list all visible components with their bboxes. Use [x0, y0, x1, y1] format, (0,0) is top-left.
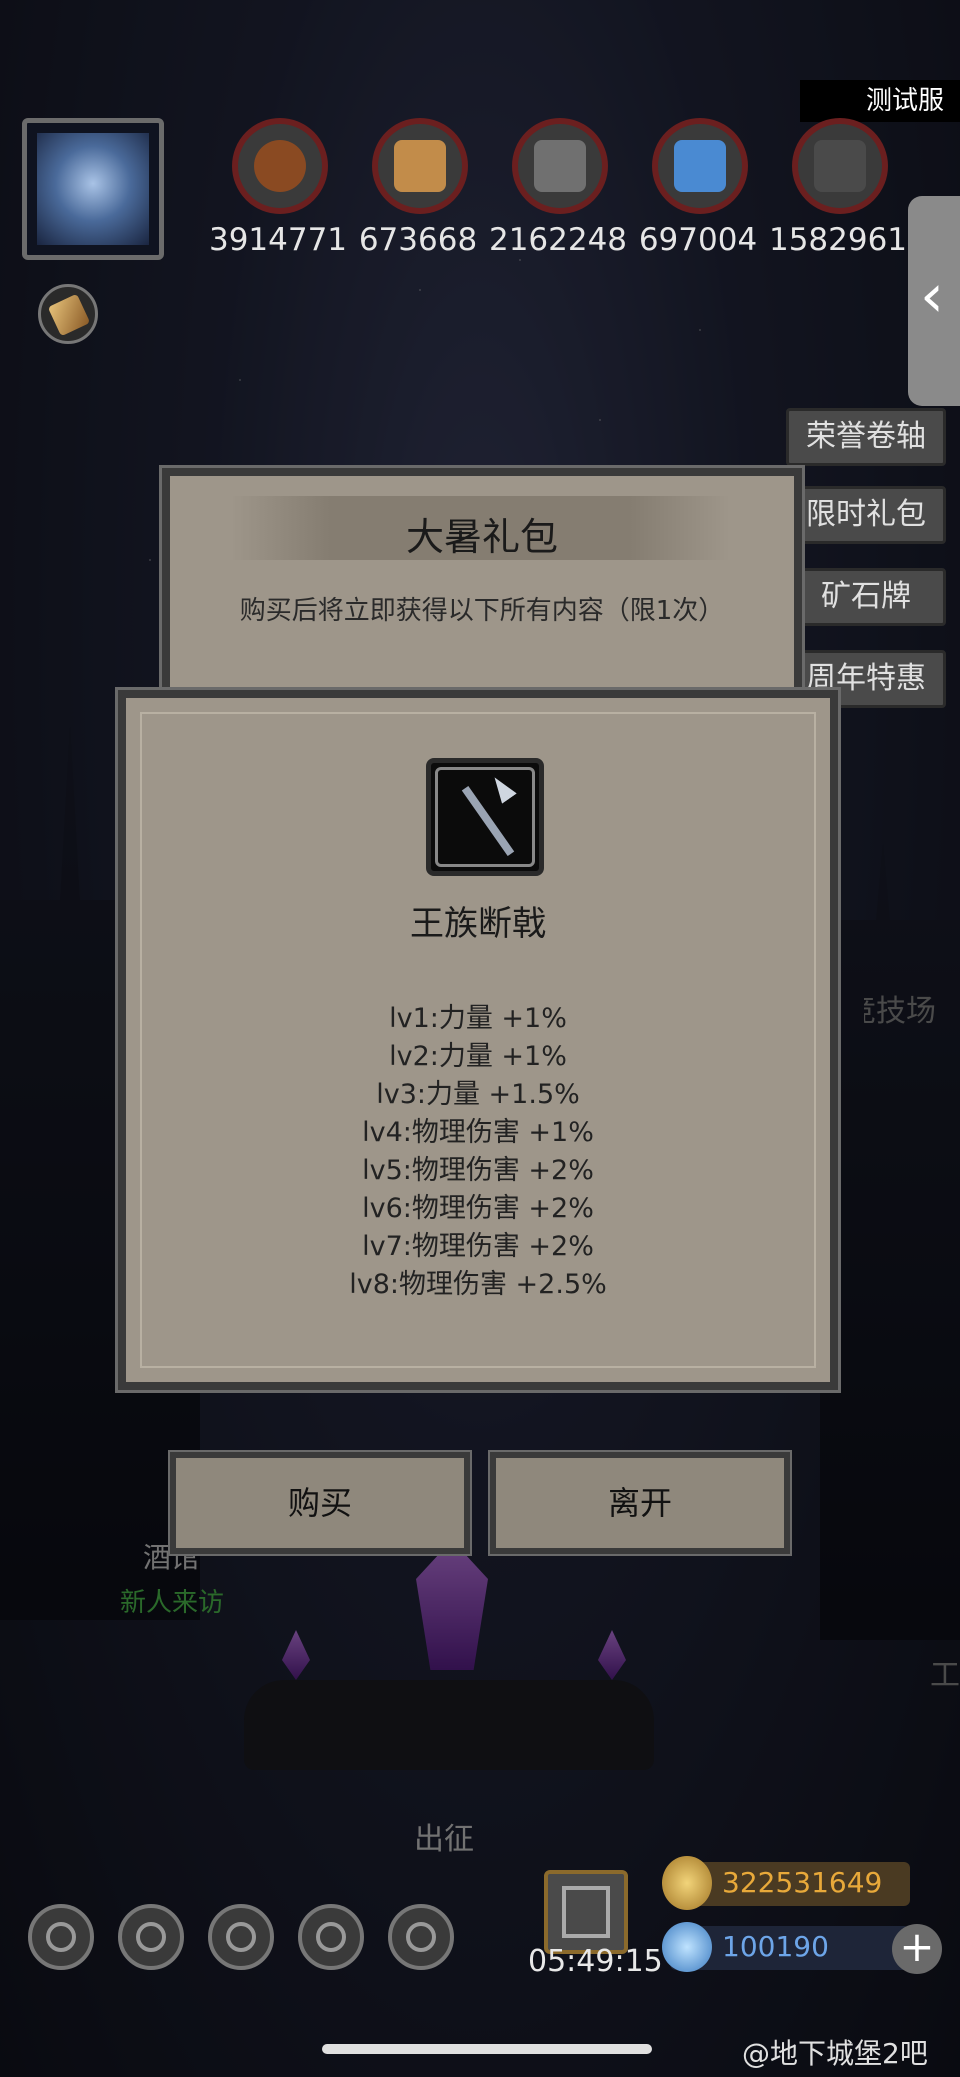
resource-ring: [652, 118, 748, 214]
avatar[interactable]: [22, 118, 164, 260]
popup-header-panel: 大暑礼包 购买后将立即获得以下所有内容（限1次）: [159, 465, 805, 721]
resource-ring: [512, 118, 608, 214]
stat-line: lv6:物理伤害 +2%: [362, 1193, 594, 1224]
scroll-icon: [47, 293, 91, 337]
mail-icon: [316, 1922, 346, 1952]
resource-ring: [232, 118, 328, 214]
chevron-left-icon: ‹: [920, 261, 944, 331]
popup-title: 大暑礼包: [405, 515, 558, 559]
iron-icon: [534, 140, 586, 192]
watermark: @地下城堡2吧: [742, 2037, 928, 2070]
meat-icon: [254, 140, 306, 192]
leave-button[interactable]: 离开: [488, 1450, 792, 1556]
gold-coin-icon: [662, 1856, 712, 1910]
side-btn-limited-pack[interactable]: 限时礼包: [786, 486, 946, 544]
stat-line: lv4:物理伤害 +1%: [362, 1117, 594, 1148]
resource-crystal[interactable]: 697004: [638, 118, 758, 258]
resource-stone[interactable]: 1582961: [769, 118, 907, 258]
gear-icon: [46, 1922, 76, 1952]
side-btn-honor-scroll[interactable]: 荣誉卷轴: [786, 408, 946, 466]
stat-line: lv1:力量 +1%: [389, 1003, 567, 1034]
settings-button[interactable]: [28, 1904, 94, 1970]
gift-button[interactable]: [544, 1870, 628, 1954]
resource-value: 2162248: [488, 222, 628, 258]
side-panel-toggle[interactable]: ‹: [908, 196, 960, 406]
stat-line: lv8:物理伤害 +2.5%: [349, 1269, 607, 1300]
stat-line: lv3:力量 +1.5%: [376, 1079, 580, 1110]
resource-value: 1582961: [768, 222, 908, 258]
star-icon: [136, 1922, 166, 1952]
stat-line: lv2:力量 +1%: [389, 1041, 567, 1072]
stat-line: lv5:物理伤害 +2%: [362, 1155, 594, 1186]
resource-value: 673668: [358, 222, 478, 258]
resource-ring: [792, 118, 888, 214]
gift-timer: 05:49:15: [528, 1944, 663, 1979]
scroll-button[interactable]: [38, 284, 98, 344]
side-btn-ore[interactable]: 矿石牌: [786, 568, 946, 626]
resource-meat[interactable]: 3914771: [209, 118, 347, 258]
handshake-button[interactable]: [388, 1904, 454, 1970]
item-stats: lv1:力量 +1% lv2:力量 +1% lv3:力量 +1.5% lv4:物…: [126, 1000, 830, 1304]
buy-button[interactable]: 购买: [168, 1450, 472, 1556]
resource-value: 3914771: [208, 222, 348, 258]
wood-icon: [394, 140, 446, 192]
popup-content-panel: 王族断戟 lv1:力量 +1% lv2:力量 +1% lv3:力量 +1.5% …: [115, 687, 841, 1393]
add-currency-button[interactable]: +: [892, 1924, 942, 1974]
mail-button[interactable]: [298, 1904, 364, 1970]
resource-iron[interactable]: 2162248: [489, 118, 627, 258]
stone-icon: [814, 140, 866, 192]
resource-wood[interactable]: 673668: [358, 118, 478, 258]
crystal-icon: [674, 140, 726, 192]
item-icon-frame[interactable]: [426, 758, 544, 876]
dragon-portrait-icon: [37, 133, 149, 245]
gem-amount: 100190: [722, 1930, 829, 1963]
achievement-button[interactable]: [118, 1904, 184, 1970]
home-indicator[interactable]: [322, 2044, 652, 2054]
announce-button[interactable]: [208, 1904, 274, 1970]
resource-value: 697004: [638, 222, 758, 258]
gold-amount: 322531649: [722, 1866, 883, 1899]
popup-description: 购买后将立即获得以下所有内容（限1次）: [239, 596, 725, 626]
horn-icon: [226, 1922, 256, 1952]
gift-icon: [562, 1886, 610, 1938]
stat-line: lv7:物理伤害 +2%: [362, 1231, 594, 1262]
resource-ring: [372, 118, 468, 214]
gem-icon: [662, 1922, 712, 1972]
handshake-icon: [406, 1922, 436, 1952]
item-name: 王族断戟: [410, 904, 546, 944]
server-label: 测试服: [800, 80, 960, 122]
